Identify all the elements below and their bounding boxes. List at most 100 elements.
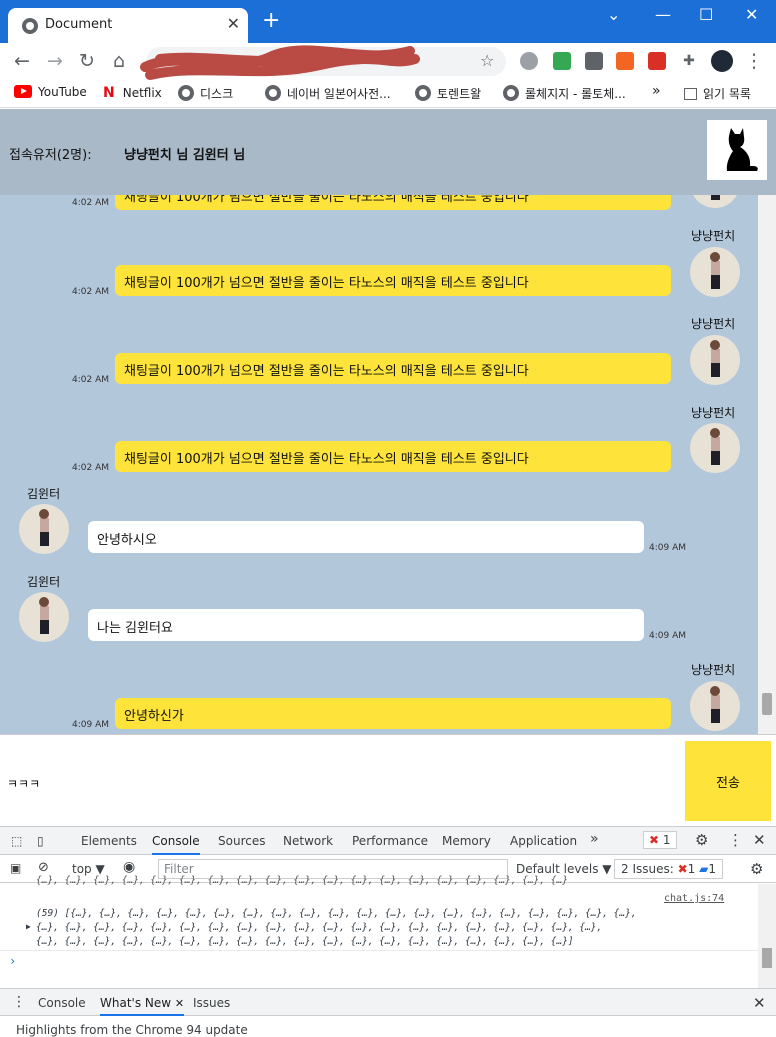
message-bubble-mine: 채팅글이 100개가 넘으면 절반을 줄이는 타노스의 매직을 테스트 중입니다 bbox=[115, 353, 671, 384]
youtube-icon bbox=[14, 85, 32, 98]
browser-tab[interactable]: Document ✕ bbox=[8, 8, 248, 43]
more-tabs[interactable]: » bbox=[590, 831, 599, 847]
message-bubble-mine: 채팅글이 100개가 넘으면 절반을 줄이는 타노스의 매직을 테스트 중입니다 bbox=[115, 195, 671, 210]
console-settings-icon[interactable]: ⚙ bbox=[750, 860, 763, 878]
close-icon[interactable]: ✕ bbox=[175, 997, 184, 1010]
drawer-tab-console[interactable]: Console bbox=[38, 996, 86, 1010]
users-names: 냥냥펀치 님 김윈터 님 bbox=[124, 148, 246, 163]
sender-name: 냥냥펀치 bbox=[691, 229, 736, 243]
close-tab-icon[interactable]: ✕ bbox=[227, 15, 240, 33]
console-log-line: {…}, {…}, {…}, {…}, {…}, {…}, {…}, {…}, … bbox=[36, 936, 574, 947]
close-window-button[interactable]: ✕ bbox=[745, 5, 758, 24]
close-devtools-icon[interactable]: ✕ bbox=[753, 831, 766, 849]
bookmark-torrent[interactable]: 토렌트왈 bbox=[415, 85, 481, 102]
new-tab-button[interactable]: + bbox=[262, 10, 280, 32]
maximize-button[interactable]: ☐ bbox=[699, 5, 713, 24]
redaction-scribble bbox=[140, 45, 420, 80]
console-log-line: {…}, {…}, {…}, {…}, {…}, {…}, {…}, {…}, … bbox=[36, 922, 603, 933]
tab-console[interactable]: Console bbox=[152, 834, 200, 855]
title-bar: Document ✕ + ⌄ — ☐ ✕ bbox=[0, 0, 776, 43]
browser-window: Document ✕ + ⌄ — ☐ ✕ ← → ↻ ⌂ ☆ ✚ ⋮ YouTu… bbox=[0, 0, 776, 1037]
reload-button[interactable]: ↻ bbox=[75, 50, 99, 74]
devtools-panel: ⬚ ▯ Elements Console Sources Network Per… bbox=[0, 826, 776, 1037]
chat-scroll-thumb[interactable] bbox=[762, 693, 772, 715]
close-drawer-icon[interactable]: ✕ bbox=[753, 994, 766, 1012]
message-bubble-mine: 채팅글이 100개가 넘으면 절반을 줄이는 타노스의 매직을 테스트 중입니다 bbox=[115, 265, 671, 296]
bookmarks-bar: YouTube N Netflix 디스크 네이버 일본어사전... 토렌트왈 롤… bbox=[0, 80, 776, 108]
globe-icon bbox=[22, 18, 38, 34]
cat-logo bbox=[707, 120, 767, 180]
message-bubble-other: 안녕하시오 bbox=[88, 521, 644, 553]
reading-list-icon bbox=[684, 88, 697, 100]
bookmark-netflix[interactable]: N Netflix bbox=[103, 85, 162, 101]
avatar bbox=[19, 592, 69, 642]
tab-performance[interactable]: Performance bbox=[352, 834, 428, 848]
reading-list[interactable]: 읽기 목록 bbox=[684, 85, 751, 102]
console-scroll-thumb[interactable] bbox=[762, 948, 772, 968]
tab-search-icon[interactable]: ⌄ bbox=[607, 5, 620, 24]
settings-gear-icon[interactable]: ⚙ bbox=[695, 831, 708, 849]
avatar bbox=[690, 681, 740, 731]
inspect-icon[interactable]: ⬚ bbox=[11, 834, 22, 848]
bookmark-disk[interactable]: 디스크 bbox=[178, 85, 233, 102]
tab-elements[interactable]: Elements bbox=[81, 834, 137, 848]
issues-badge[interactable]: 2 Issues: ✖1 ▰1 bbox=[614, 859, 724, 879]
play-extension-icon[interactable] bbox=[648, 52, 666, 70]
screen-extension-icon[interactable] bbox=[553, 52, 571, 70]
chat-scrollbar[interactable] bbox=[758, 195, 776, 734]
log-levels-select[interactable]: Default levels ▼ bbox=[516, 862, 612, 876]
drawer-tab-issues[interactable]: Issues bbox=[193, 996, 230, 1010]
tab-application[interactable]: Application bbox=[510, 834, 577, 848]
message-time: 4:02 AM bbox=[72, 375, 109, 385]
tab-sources[interactable]: Sources bbox=[218, 834, 265, 848]
log-source-link[interactable]: chat.js:74 bbox=[664, 893, 724, 904]
globe-icon bbox=[265, 85, 281, 101]
message-time: 4:09 AM bbox=[649, 631, 686, 641]
sender-name: 김윈터 bbox=[27, 487, 61, 501]
globe-extension-icon[interactable] bbox=[520, 52, 538, 70]
eye-icon[interactable]: ◉ bbox=[123, 859, 135, 875]
home-button[interactable]: ⌂ bbox=[107, 50, 131, 74]
drawer-tab-whats-new[interactable]: What's New ✕ bbox=[100, 996, 185, 1016]
message-input[interactable]: ㅋㅋㅋ bbox=[7, 775, 40, 792]
puzzle-icon[interactable]: ✚ bbox=[680, 52, 698, 70]
bookmark-youtube[interactable]: YouTube bbox=[14, 85, 87, 99]
message-time: 4:02 AM bbox=[72, 463, 109, 473]
profile-avatar[interactable] bbox=[711, 50, 733, 72]
ex-extension-icon[interactable] bbox=[616, 52, 634, 70]
menu-icon[interactable]: ⋮ bbox=[742, 50, 766, 74]
info-extension-icon[interactable] bbox=[585, 52, 603, 70]
console-scrollbar[interactable] bbox=[758, 884, 776, 988]
message-bubble-mine: 채팅글이 100개가 넘으면 절반을 줄이는 타노스의 매직을 테스트 중입니다 bbox=[115, 441, 671, 472]
message-time: 4:02 AM bbox=[72, 287, 109, 297]
tab-title: Document bbox=[45, 17, 113, 32]
bookmarks-overflow[interactable]: » bbox=[652, 83, 661, 99]
tab-memory[interactable]: Memory bbox=[442, 834, 491, 848]
chat-header: 접속유저(2명): 냥냥펀치 님 김윈터 님 bbox=[0, 109, 776, 195]
info-icon: ▰ bbox=[699, 862, 709, 876]
message-time: 4:02 AM bbox=[72, 198, 109, 208]
forward-button[interactable]: → bbox=[43, 50, 67, 74]
error-icon: ✖ bbox=[649, 833, 660, 847]
devtools-drawer-tabs: ⋮ Console What's New ✕ Issues ✕ bbox=[0, 988, 776, 1016]
clear-console-icon[interactable]: ⊘ bbox=[38, 860, 49, 875]
cat-icon bbox=[726, 128, 758, 171]
bookmark-lolchess[interactable]: 롤체지지 - 롤토체... bbox=[503, 85, 626, 102]
bookmark-naver-dict[interactable]: 네이버 일본어사전... bbox=[265, 85, 391, 102]
device-toggle-icon[interactable]: ▯ bbox=[37, 834, 44, 848]
error-badge[interactable]: ✖ 1 bbox=[643, 831, 677, 849]
context-select[interactable]: top ▼ bbox=[72, 862, 105, 876]
back-button[interactable]: ← bbox=[10, 50, 34, 74]
sidebar-toggle-icon[interactable]: ▣ bbox=[10, 861, 21, 875]
message-bubble-other: 나는 김윈터요 bbox=[88, 609, 644, 641]
drawer-menu-icon[interactable]: ⋮ bbox=[12, 994, 26, 1010]
sender-name: 김윈터 bbox=[27, 575, 61, 589]
console-prompt-icon[interactable]: › bbox=[9, 954, 16, 968]
expand-arrow-icon[interactable]: ▶ bbox=[26, 922, 31, 931]
bookmark-star-icon[interactable]: ☆ bbox=[480, 51, 494, 70]
send-button[interactable]: 전송 bbox=[685, 741, 771, 821]
minimize-button[interactable]: — bbox=[655, 5, 671, 24]
console-log-line: (59) [{…}, {…}, {…}, {…}, {…}, {…}, {…},… bbox=[36, 908, 637, 919]
devtools-menu-icon[interactable]: ⋮ bbox=[728, 831, 743, 849]
tab-network[interactable]: Network bbox=[283, 834, 333, 848]
